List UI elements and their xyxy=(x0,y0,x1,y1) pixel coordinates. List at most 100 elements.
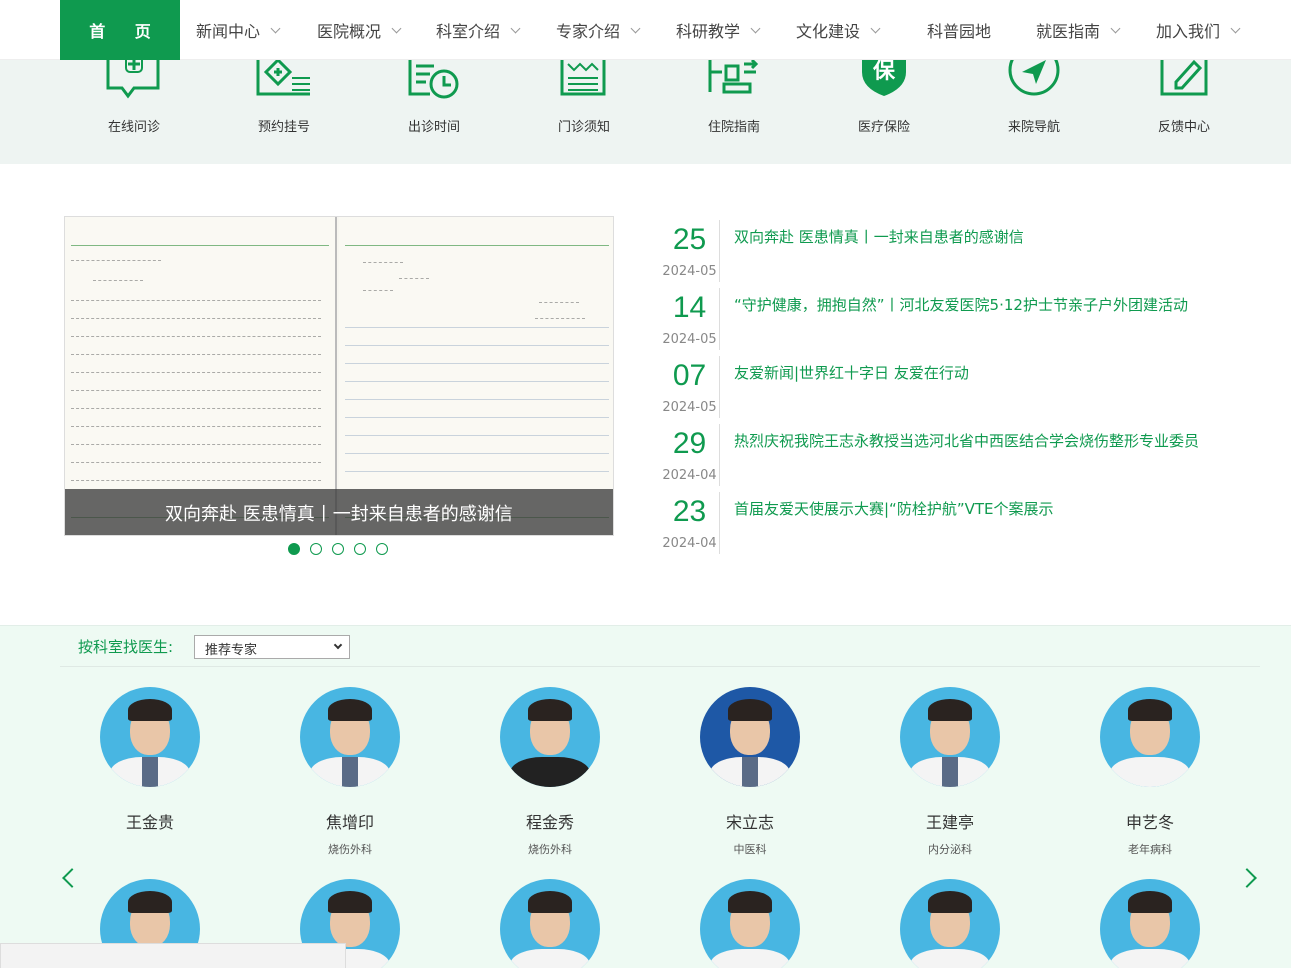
slider-dot[interactable] xyxy=(376,543,388,555)
nav-item-news[interactable]: 新闻中心 xyxy=(196,0,281,60)
main-nav: 首 页 新闻中心 医院概况 科室介绍 专家介绍 科研教学 文化建设 科普园地 就… xyxy=(0,0,1291,60)
nav-item-experts[interactable]: 专家介绍 xyxy=(556,0,641,60)
news-title-link[interactable]: “守护健康，拥抱自然”丨河北友爱医院5·12护士节亲子户外团建活动 xyxy=(734,294,1188,315)
avatar xyxy=(700,687,800,787)
nav-item-departments[interactable]: 科室介绍 xyxy=(436,0,521,60)
department-select-value: 推荐专家 xyxy=(205,643,258,658)
nav-home[interactable]: 首 页 xyxy=(60,0,180,60)
quick-link-navigation[interactable]: 来院导航 xyxy=(959,58,1109,164)
doctor-section: 按科室找医生: 推荐专家 王金贵 焦增印 烧伤外科 程金秀 烧伤外科 宋立志 中… xyxy=(0,625,1291,968)
nav-label: 新闻中心 xyxy=(196,22,261,41)
doctor-department: 烧伤外科 xyxy=(328,843,372,856)
nav-label: 科室介绍 xyxy=(436,22,501,41)
news-title-link[interactable]: 热烈庆祝我院王志永教授当选河北省中西医结合学会烧伤整形专业委员 xyxy=(734,430,1199,451)
nav-item-science[interactable]: 科普园地 xyxy=(927,0,991,60)
doctor-filter-label: 按科室找医生: xyxy=(78,638,174,656)
news-item[interactable]: 29 2024-04 热烈庆祝我院王志永教授当选河北省中西医结合学会烧伤整形专业委… xyxy=(660,424,1260,492)
slider-dot[interactable] xyxy=(310,543,322,555)
quick-link-inpatient-guide[interactable]: 住院指南 xyxy=(659,58,809,164)
doctor-card[interactable]: 申艺冬 老年病科 xyxy=(1070,687,1230,857)
nav-item-guide[interactable]: 就医指南 xyxy=(1036,0,1121,60)
slider-pagination xyxy=(288,543,388,555)
avatar xyxy=(500,687,600,787)
news-month: 2024-05 xyxy=(662,400,717,415)
avatar xyxy=(700,879,800,968)
avatar xyxy=(100,687,200,787)
news-title-link[interactable]: 首届友爱天使展示大赛|“防栓护航”VTE个案展示 xyxy=(734,498,1054,519)
news-month: 2024-05 xyxy=(662,264,717,279)
svg-text:保: 保 xyxy=(872,59,896,84)
news-date: 29 2024-04 xyxy=(660,424,720,486)
doctor-card[interactable]: 焦增印 烧伤外科 xyxy=(270,687,430,857)
schedule-icon xyxy=(408,58,459,99)
quick-link-label: 反馈中心 xyxy=(1157,120,1210,135)
doctor-name: 申艺冬 xyxy=(1125,813,1174,832)
quick-link-schedule[interactable]: 出诊时间 xyxy=(359,58,509,164)
news-title-link[interactable]: 双向奔赴 医患情真丨一封来自患者的感谢信 xyxy=(734,226,1024,247)
doctor-card[interactable] xyxy=(870,879,1030,968)
slider-dot[interactable] xyxy=(288,543,300,555)
outpatient-notice-icon xyxy=(560,58,606,96)
nav-label: 医院概况 xyxy=(317,22,382,41)
news-item[interactable]: 23 2024-04 首届友爱天使展示大赛|“防栓护航”VTE个案展示 xyxy=(660,492,1260,560)
quick-link-outpatient-notice[interactable]: 门诊须知 xyxy=(509,58,659,164)
doctor-card[interactable] xyxy=(470,879,630,968)
news-date: 25 2024-05 xyxy=(660,220,720,282)
avatar xyxy=(1100,879,1200,968)
news-day: 07 xyxy=(672,359,707,392)
quick-link-label: 来院导航 xyxy=(1007,120,1060,135)
chevron-down-icon xyxy=(870,23,881,33)
news-item[interactable]: 07 2024-05 友爱新闻|世界红十字日 友爱在行动 xyxy=(660,356,1260,424)
feedback-icon xyxy=(1160,58,1208,96)
nav-item-join[interactable]: 加入我们 xyxy=(1156,0,1241,60)
doctor-card[interactable]: 王建亭 内分泌科 xyxy=(870,687,1030,857)
news-item[interactable]: 25 2024-05 双向奔赴 医患情真丨一封来自患者的感谢信 xyxy=(660,220,1260,288)
next-arrow-icon[interactable] xyxy=(1237,868,1257,888)
nav-item-culture[interactable]: 文化建设 xyxy=(796,0,881,60)
doctor-department: 内分泌科 xyxy=(928,843,972,856)
doctor-card[interactable]: 宋立志 中医科 xyxy=(670,687,830,857)
news-title-link[interactable]: 友爱新闻|世界红十字日 友爱在行动 xyxy=(734,362,969,383)
quick-link-label: 在线问诊 xyxy=(107,120,160,135)
news-day: 25 xyxy=(672,223,707,256)
news-day: 23 xyxy=(672,495,707,528)
slider-caption[interactable]: 双向奔赴 医患情真丨一封来自患者的感谢信 xyxy=(65,489,613,535)
news-slider[interactable]: 双向奔赴 医患情真丨一封来自患者的感谢信 xyxy=(64,216,614,536)
chevron-down-icon xyxy=(1230,23,1241,33)
news-item[interactable]: 14 2024-05 “守护健康，拥抱自然”丨河北友爱医院5·12护士节亲子户外团… xyxy=(660,288,1260,356)
avatar xyxy=(500,879,600,968)
quick-link-feedback[interactable]: 反馈中心 xyxy=(1109,58,1259,164)
news-day: 29 xyxy=(672,427,707,460)
slider-dot[interactable] xyxy=(354,543,366,555)
doctor-card[interactable]: 程金秀 烧伤外科 xyxy=(470,687,630,857)
chevron-down-icon xyxy=(630,23,641,33)
nav-item-research[interactable]: 科研教学 xyxy=(676,0,761,60)
inpatient-guide-icon xyxy=(708,58,759,94)
quick-link-insurance[interactable]: 保 医疗保险 xyxy=(809,58,959,164)
avatar xyxy=(900,687,1000,787)
divider xyxy=(60,666,1260,667)
insurance-icon: 保 xyxy=(862,58,906,96)
nav-label: 就医指南 xyxy=(1036,22,1101,41)
navigation-icon xyxy=(1008,58,1060,96)
department-select[interactable]: 推荐专家 xyxy=(194,635,350,659)
chevron-down-icon xyxy=(1110,23,1121,33)
news-month: 2024-04 xyxy=(662,468,717,483)
doctor-card[interactable] xyxy=(670,879,830,968)
quick-link-online-consult[interactable]: 在线问诊 xyxy=(59,58,209,164)
doctor-card[interactable] xyxy=(1070,879,1230,968)
nav-label: 文化建设 xyxy=(796,22,861,41)
quick-link-appointment[interactable]: 预约挂号 xyxy=(209,58,359,164)
quick-link-label: 医疗保险 xyxy=(857,120,910,135)
doctor-department: 烧伤外科 xyxy=(528,843,572,856)
doctor-card[interactable]: 王金贵 xyxy=(70,687,230,841)
doctor-name: 焦增印 xyxy=(325,813,374,832)
quick-link-label: 住院指南 xyxy=(707,120,760,135)
news-month: 2024-04 xyxy=(662,536,717,551)
nav-item-about[interactable]: 医院概况 xyxy=(317,0,402,60)
chevron-down-icon xyxy=(391,23,402,33)
nav-label: 科研教学 xyxy=(676,22,741,41)
slider-dot[interactable] xyxy=(332,543,344,555)
quick-link-label: 预约挂号 xyxy=(257,120,310,135)
doctor-name: 王金贵 xyxy=(125,813,174,832)
